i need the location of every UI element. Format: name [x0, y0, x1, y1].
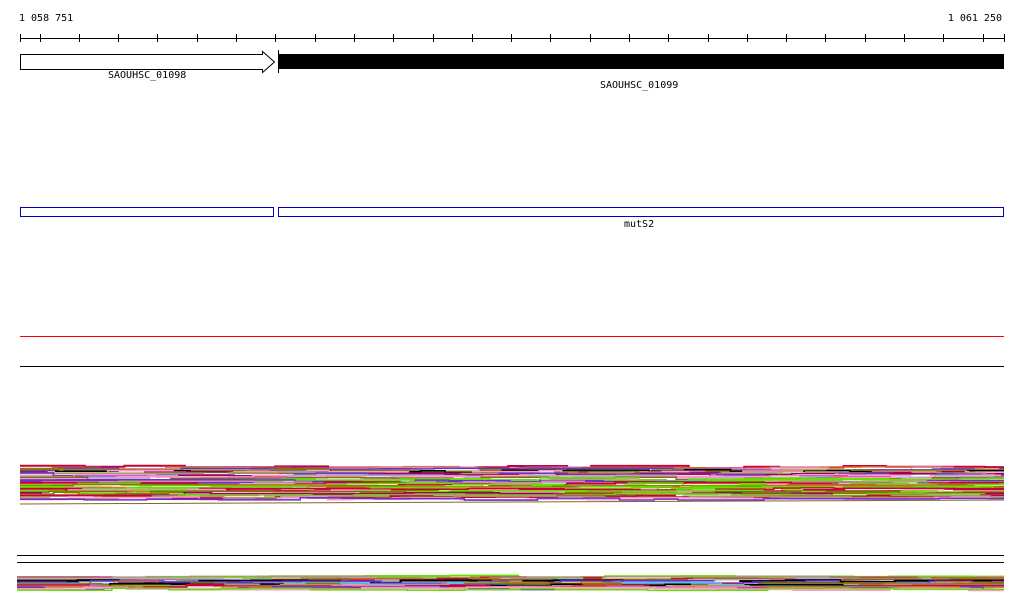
alignment-bundle-1	[19, 464, 1005, 505]
gene-label-SAOUHSC_01099: SAOUHSC_01099	[600, 80, 679, 91]
tracks-canvas	[17, 34, 1005, 592]
genome-browser-view: 1 058 751 1 061 250 SAOUHSC_01098 SAOUHS…	[0, 0, 1024, 611]
alignment-bundle-2	[17, 574, 1004, 592]
gene-SAOUHSC_01099-bar[interactable]	[278, 54, 1004, 69]
gene-label-SAOUHSC_01098: SAOUHSC_01098	[108, 70, 187, 81]
feature-box-mutS2[interactable]	[278, 207, 1004, 217]
feature-box-1[interactable]	[20, 207, 274, 217]
coordinate-ruler	[20, 34, 1005, 42]
feature-label-mutS2: mutS2	[624, 219, 655, 230]
